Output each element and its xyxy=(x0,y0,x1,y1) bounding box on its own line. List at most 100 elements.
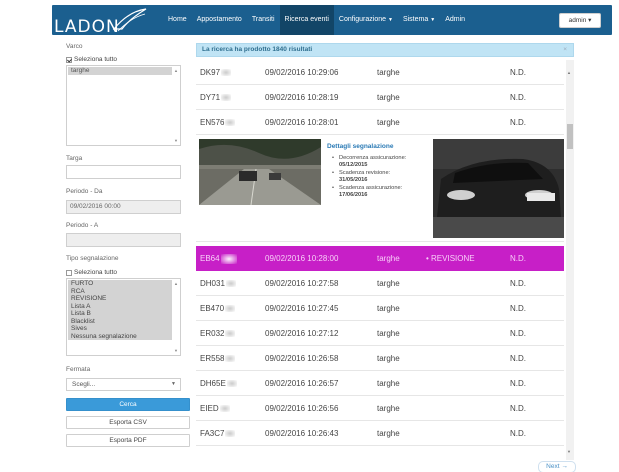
nav-link-admin[interactable]: Admin xyxy=(440,5,470,35)
scrollbar-thumb[interactable] xyxy=(567,124,573,149)
plate-cell-text: FA3C7 xyxy=(200,429,225,438)
context-camera-photo xyxy=(199,139,321,205)
detail-item-label: Scadenza revisione: xyxy=(339,170,391,176)
date-cell-text: 09/02/2016 10:26:43 xyxy=(265,429,339,438)
list-cell: targhe xyxy=(377,304,400,313)
brand-logo[interactable]: LADON xyxy=(52,8,162,37)
varco-select-all[interactable]: Seleziona tutto xyxy=(66,56,117,63)
table-row[interactable]: ER558 09/02/2016 10:26:58 targhe N.D. xyxy=(196,346,564,371)
table-row[interactable]: ER032 09/02/2016 10:27:12 targhe N.D. xyxy=(196,321,564,346)
stato-cell: N.D. xyxy=(510,254,526,263)
varco-option[interactable]: targhe xyxy=(68,67,172,75)
targa-input[interactable] xyxy=(66,165,181,179)
brand-name: LADON xyxy=(54,17,120,37)
export-pdf-button[interactable]: Esporta PDF xyxy=(66,434,190,447)
periodo-a-input[interactable] xyxy=(66,233,181,247)
tipo-option[interactable]: FURTO xyxy=(68,280,172,288)
list-cell-text: targhe xyxy=(377,379,400,388)
periodo-da-input[interactable]: 09/02/2016 00:00 xyxy=(66,200,181,214)
scroll-up-icon[interactable]: ▲ xyxy=(174,68,178,73)
detail-item: Decorrenza assicurazione:05/12/2015 xyxy=(329,155,429,169)
detail-item: Scadenza revisione:31/05/2016 xyxy=(329,170,429,184)
road-photo-image xyxy=(199,139,321,205)
list-cell-text: targhe xyxy=(377,404,400,413)
tipo-select-all-label: Seleziona tutto xyxy=(74,269,118,276)
stato-cell-text: N.D. xyxy=(510,254,526,263)
redacted-plate-mark xyxy=(220,254,237,264)
redacted-plate-mark xyxy=(225,355,236,363)
tipo-option[interactable]: Lista B xyxy=(68,310,172,318)
table-row[interactable]: EN576 09/02/2016 10:28:01 targhe N.D. xyxy=(196,110,564,135)
scroll-down-icon[interactable]: ▼ xyxy=(174,348,178,353)
results-count-text: La ricerca ha prodotto 1840 risultati xyxy=(202,46,313,53)
plate-cell: ER558 xyxy=(200,354,236,363)
tipo-option[interactable]: Nessuna segnalazione xyxy=(68,333,172,341)
nav-link-configurazione[interactable]: Configurazione ▼ xyxy=(334,5,398,35)
close-icon[interactable]: × xyxy=(563,44,567,56)
nav-link-label: Admin xyxy=(445,16,466,23)
tipo-option[interactable]: Lista A xyxy=(68,303,172,311)
scroll-up-icon[interactable]: ▲ xyxy=(174,281,178,286)
scroll-up-icon[interactable]: ▲ xyxy=(567,70,571,75)
table-row[interactable]: FA3C7 09/02/2016 10:26:43 targhe N.D. xyxy=(196,421,564,446)
nav-link-appostamento[interactable]: Appostamento xyxy=(192,5,247,35)
date-cell-text: 09/02/2016 10:26:56 xyxy=(265,404,339,413)
date-cell: 09/02/2016 10:26:43 xyxy=(265,429,338,438)
list-cell: targhe xyxy=(377,254,400,263)
user-menu-button[interactable]: admin ▾ xyxy=(559,13,601,28)
plate-cell-text: ER558 xyxy=(200,354,225,363)
tipo-option[interactable]: RCA xyxy=(68,288,172,296)
varco-label: Varco xyxy=(66,43,83,50)
tipo-option[interactable]: Blacklist xyxy=(68,318,172,326)
nav-link-sistema[interactable]: Sistema ▼ xyxy=(398,5,440,35)
nav-link-home[interactable]: Home xyxy=(163,5,192,35)
list-cell: targhe xyxy=(377,118,400,127)
stato-cell: N.D. xyxy=(510,329,526,338)
list-cell: targhe xyxy=(377,329,400,338)
tipo-select-all-checkbox[interactable] xyxy=(66,269,72,276)
car-photo-image xyxy=(433,139,564,238)
table-row[interactable]: EB470 09/02/2016 10:27:45 targhe N.D. xyxy=(196,296,564,321)
varco-select-all-checkbox[interactable] xyxy=(66,56,72,63)
tipo-option[interactable]: REVISIONE xyxy=(68,295,172,303)
table-row-highlighted[interactable]: EB64 09/02/2016 10:28:00 targhe • REVISIONE… xyxy=(196,246,564,271)
scroll-down-icon[interactable]: ▼ xyxy=(567,449,571,454)
nav-link-label: Sistema xyxy=(402,16,429,23)
nav-link-label: Home xyxy=(168,16,187,23)
tipo-segnalazione-label: Tipo segnalazione xyxy=(66,255,119,262)
plate-cell: EN576 xyxy=(200,118,236,127)
varco-listbox[interactable]: targhe ▲ ▼ xyxy=(66,65,181,146)
table-row[interactable]: DY71 09/02/2016 10:28:19 targhe N.D. xyxy=(196,85,564,110)
plate-camera-photo xyxy=(433,139,564,238)
nav-link-ricerca-eventi[interactable]: Ricerca eventi xyxy=(279,5,334,35)
date-cell: 09/02/2016 10:29:06 xyxy=(265,68,338,77)
date-cell-text: 09/02/2016 10:28:00 xyxy=(265,254,339,263)
tipo-segnalazione-listbox[interactable]: FURTO RCA REVISIONE Lista A Lista B Blacklist… xyxy=(66,278,181,356)
list-cell-text: targhe xyxy=(377,118,400,127)
scroll-down-icon[interactable]: ▼ xyxy=(174,138,178,143)
redacted-plate-mark xyxy=(221,69,232,77)
results-scrollbar[interactable]: ▲ ▼ xyxy=(566,60,574,460)
table-row[interactable]: DH65E 09/02/2016 10:26:57 targhe N.D. xyxy=(196,371,564,396)
plate-cell: EIED xyxy=(200,404,230,413)
table-row[interactable]: DK97 09/02/2016 10:29:06 targhe N.D. xyxy=(196,60,564,85)
nav-link-transiti[interactable]: Transiti xyxy=(247,5,280,35)
export-csv-button[interactable]: Esporta CSV xyxy=(66,416,190,429)
fermata-select[interactable]: Scegli... ▼ xyxy=(66,378,181,391)
plate-cell: ER032 xyxy=(200,329,236,338)
tipo-select-all[interactable]: Seleziona tutto xyxy=(66,269,117,276)
stato-cell: N.D. xyxy=(510,304,526,313)
list-cell-text: targhe xyxy=(377,68,400,77)
detail-item-value: 17/06/2016 xyxy=(339,192,368,198)
next-page-button[interactable]: Next → xyxy=(538,461,576,472)
table-row[interactable]: EIED 09/02/2016 10:26:56 targhe N.D. xyxy=(196,396,564,421)
plate-cell: FA3C7 xyxy=(200,429,236,438)
segnalazione-cell-text: • REVISIONE xyxy=(426,254,475,263)
cerca-button[interactable]: Cerca xyxy=(66,398,190,411)
table-row[interactable]: DH031 09/02/2016 10:27:58 targhe N.D. xyxy=(196,271,564,296)
redacted-plate-mark xyxy=(225,280,236,288)
plate-cell-text: DH031 xyxy=(200,279,225,288)
tipo-option[interactable]: Sives xyxy=(68,325,172,333)
date-cell: 09/02/2016 10:26:58 xyxy=(265,354,338,363)
plate-cell: EB470 xyxy=(200,304,236,313)
